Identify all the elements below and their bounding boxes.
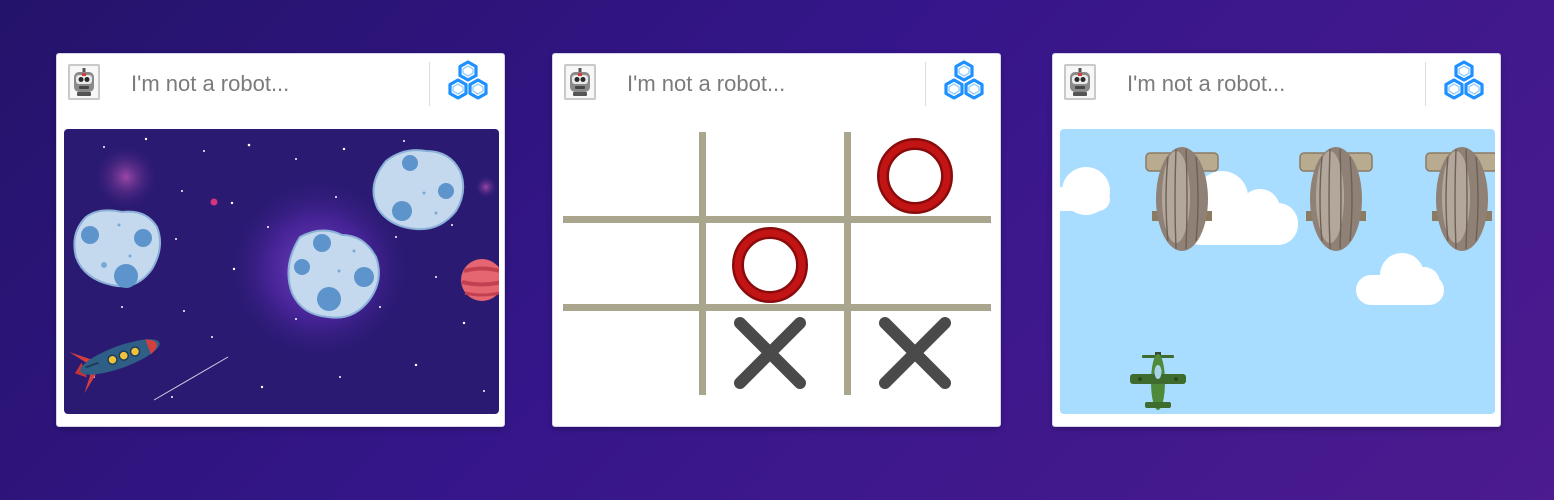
captcha-card-space: I'm not a robot...	[56, 53, 505, 427]
red-planet	[461, 259, 499, 301]
robot-checkbox[interactable]	[1064, 64, 1096, 100]
card-header: I'm not a robot...	[553, 54, 1000, 116]
asteroid	[287, 229, 380, 319]
cell-3[interactable]	[563, 223, 699, 304]
cell-6[interactable]	[563, 311, 699, 395]
header-divider	[925, 62, 926, 106]
card-header: I'm not a robot...	[57, 54, 504, 116]
not-robot-label: I'm not a robot...	[627, 71, 786, 96]
asteroid	[372, 149, 465, 231]
sky-scene	[1060, 147, 1495, 410]
hexagon-cluster-logo	[1444, 60, 1484, 100]
robot-checkbox[interactable]	[68, 64, 100, 100]
tictactoe-game-canvas[interactable]	[560, 129, 995, 414]
small-planet	[210, 198, 218, 206]
grid-line	[699, 132, 706, 395]
header-divider	[1425, 62, 1426, 106]
tictactoe-board	[563, 132, 991, 395]
grid-line	[844, 132, 851, 395]
space-game-canvas[interactable]	[64, 129, 499, 414]
captcha-card-sky: I'm not a robot...	[1052, 53, 1501, 427]
cloud	[1060, 167, 1110, 215]
header-divider	[429, 62, 430, 106]
sky-game-canvas[interactable]	[1060, 129, 1495, 414]
not-robot-label: I'm not a robot...	[131, 71, 290, 96]
space-scene	[69, 137, 499, 401]
captcha-card-tictactoe: I'm not a robot...	[552, 53, 1001, 427]
asteroid	[73, 209, 162, 288]
card-header: I'm not a robot...	[1053, 54, 1500, 116]
zeppelin	[1299, 147, 1373, 251]
cell-1[interactable]	[706, 132, 844, 216]
hexagon-cluster-logo	[448, 60, 488, 100]
robot-icon	[1070, 68, 1090, 96]
robot-checkbox[interactable]	[564, 64, 596, 100]
grid-line	[563, 216, 991, 223]
grid-line	[563, 304, 991, 311]
robot-icon	[74, 68, 94, 96]
robot-icon	[570, 68, 590, 96]
not-robot-label: I'm not a robot...	[1127, 71, 1286, 96]
rocket	[69, 339, 160, 394]
player-airplane[interactable]	[1130, 352, 1186, 410]
nebula-glow-small	[92, 143, 160, 211]
cell-0[interactable]	[563, 132, 699, 216]
cloud	[1356, 253, 1444, 305]
zeppelin	[1425, 147, 1495, 251]
shooting-star	[153, 356, 229, 401]
nebula-glow-tiny	[474, 175, 498, 199]
cell-5[interactable]	[851, 223, 991, 304]
hexagon-cluster-logo	[944, 60, 984, 100]
